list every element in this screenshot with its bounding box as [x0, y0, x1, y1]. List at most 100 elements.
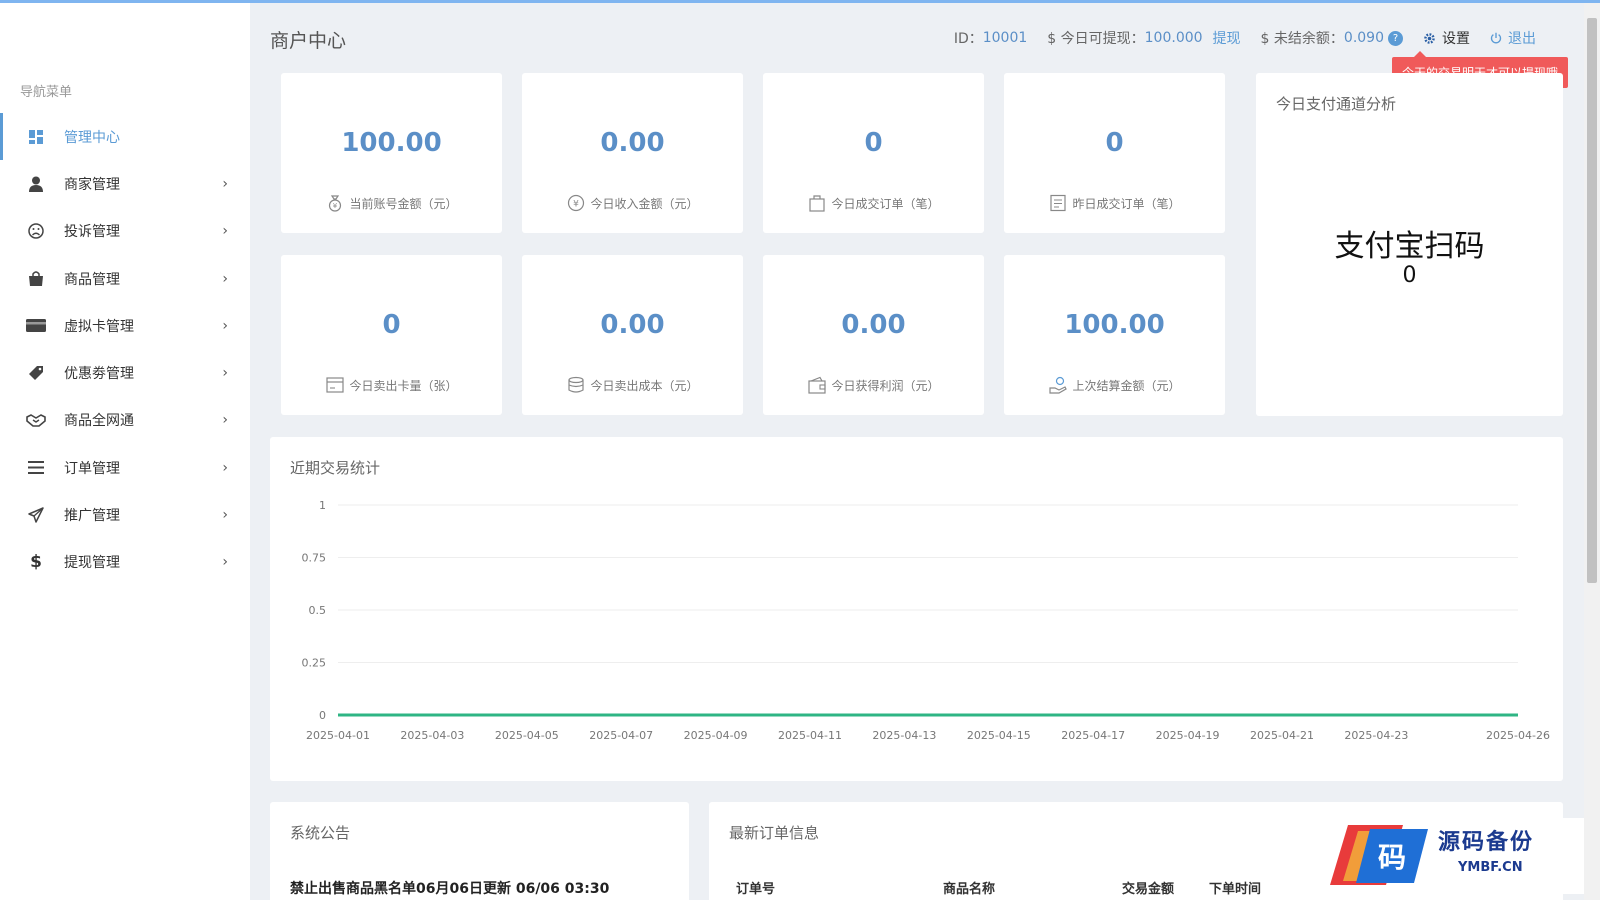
channel-value: 0 — [1402, 263, 1417, 288]
stat-card-cards-sold: 0 今日卖出卡量（张） — [281, 255, 502, 415]
x-tick-label: 2025-04-07 — [589, 729, 653, 742]
stat-caption: 今日收入金额（元） — [590, 196, 699, 211]
sidebar-item-network[interactable]: 商品全网通 › — [0, 397, 250, 444]
stat-caption-row: 今日卖出成本（元） — [522, 375, 743, 395]
chevron-right-icon: › — [222, 270, 228, 287]
document-icon — [1048, 193, 1068, 213]
x-tick-label: 2025-04-21 — [1250, 729, 1314, 742]
chevron-right-icon: › — [222, 459, 228, 476]
sidebar-item-label: 投诉管理 — [64, 224, 120, 241]
system-notice-card: 系统公告 禁止出售商品黑名单06月06日更新 06/06 03:30 — [270, 802, 689, 900]
nav-title: 导航菜单 — [20, 85, 73, 100]
bag-icon — [807, 193, 827, 213]
stat-caption: 今日卖出成本（元） — [590, 378, 699, 393]
y-tick-label: 0.75 — [302, 552, 327, 565]
x-tick-label: 2025-04-13 — [872, 729, 936, 742]
x-tick-label: 2025-04-09 — [684, 729, 748, 742]
column-header-product: 商品名称 — [943, 882, 996, 897]
stat-card-cost-sold: 0.00 今日卖出成本（元） — [522, 255, 743, 415]
withdrawable-today: $ 今日可提现： 100.000 提现 — [1047, 28, 1240, 48]
tag-icon — [26, 363, 46, 383]
svg-text:¥: ¥ — [574, 200, 580, 210]
chevron-right-icon: › — [222, 175, 228, 192]
notice-item[interactable]: 禁止出售商品黑名单06月06日更新 06/06 03:30 — [290, 878, 609, 898]
sidebar-item-dashboard[interactable]: 管理中心 — [0, 113, 250, 161]
page-scrollbar[interactable] — [1584, 3, 1600, 900]
chevron-right-icon: › — [222, 223, 228, 240]
chevron-right-icon: › — [222, 554, 228, 571]
scrollbar-thumb[interactable] — [1587, 18, 1597, 583]
stat-caption-row: 昨日成交订单（笔） — [1004, 193, 1225, 213]
shopping-bag-icon — [26, 269, 46, 289]
unsettled-label: $ 未结余额： — [1260, 31, 1344, 47]
credit-card-icon — [26, 316, 46, 336]
stat-caption-row: 上次结算金额（元） — [1004, 375, 1225, 395]
watermark-logo-char: 码 — [1378, 841, 1406, 874]
card-icon — [325, 375, 345, 395]
stat-caption-row: 今日成交订单（笔） — [763, 193, 984, 213]
top-bar: ID： 10001 $ 今日可提现： 100.000 提现 $ 未结余额： 0.… — [934, 28, 1536, 48]
power-icon — [1490, 32, 1502, 44]
withdraw-value: 100.000 — [1144, 30, 1203, 46]
sidebar-item-label: 商品管理 — [64, 271, 120, 288]
coin-icon: ¥ — [566, 193, 586, 213]
stat-value: 100.00 — [1064, 310, 1165, 340]
dashboard-icon — [26, 127, 46, 147]
stat-caption-row: 今日获得利润（元） — [763, 375, 984, 395]
sidebar-item-coupons[interactable]: 优惠劵管理 › — [0, 349, 250, 396]
stat-card-account-balance: 100.00 ¥ 当前账号金额（元） — [281, 73, 502, 233]
sidebar-item-withdrawals[interactable]: $ 提现管理 › — [0, 539, 250, 586]
stat-caption: 今日卖出卡量（张） — [349, 378, 458, 393]
stat-card-profit: 0.00 今日获得利润（元） — [763, 255, 984, 415]
y-tick-label: 0.25 — [302, 657, 327, 670]
x-tick-label: 2025-04-01 — [306, 729, 370, 742]
withdraw-label: $ 今日可提现： — [1047, 31, 1145, 47]
column-header-amount: 交易金额 — [1122, 882, 1175, 897]
stat-caption-row: 今日卖出卡量（张） — [281, 375, 502, 395]
money-bag-icon: ¥ — [325, 193, 345, 213]
sidebar-item-complaints[interactable]: 投诉管理 › — [0, 208, 250, 255]
paper-plane-icon — [26, 505, 46, 525]
id-value: 10001 — [982, 30, 1028, 46]
sidebar-item-merchants[interactable]: 商家管理 › — [0, 160, 250, 207]
dollar-icon: $ — [30, 552, 42, 573]
withdraw-link[interactable]: 提现 — [1213, 28, 1241, 48]
sidebar-item-label: 优惠劵管理 — [64, 366, 134, 383]
stat-caption: 昨日成交订单（笔） — [1072, 196, 1181, 211]
list-icon — [26, 458, 46, 478]
stat-value: 0.00 — [600, 310, 665, 340]
unsettled-balance: $ 未结余额： 0.090 ? — [1261, 28, 1403, 48]
hand-money-icon — [1048, 375, 1068, 395]
x-tick-label: 2025-04-23 — [1344, 729, 1408, 742]
stat-value: 0 — [1105, 128, 1124, 158]
stat-card-yesterday-orders: 0 昨日成交订单（笔） — [1004, 73, 1225, 233]
logout-button[interactable]: 退出 — [1490, 28, 1536, 48]
stat-card-last-settlement: 100.00 上次结算金额（元） — [1004, 255, 1225, 415]
stat-caption-row: ¥ 今日收入金额（元） — [522, 193, 743, 213]
sidebar-item-virtual-cards[interactable]: 虚拟卡管理 › — [0, 302, 250, 349]
sidebar-item-label: 商家管理 — [64, 176, 120, 193]
help-icon[interactable]: ? — [1388, 30, 1403, 46]
merchant-id: ID： 10001 — [954, 28, 1027, 48]
nav-list: 管理中心 商家管理 › 投诉管理 › 商品管理 › 虚拟卡管理 › 优惠劵管理 … — [0, 113, 250, 586]
channel-name: 支付宝扫码 — [1334, 229, 1485, 264]
stat-card-today-income: 0.00 ¥ 今日收入金额（元） — [522, 73, 743, 233]
sidebar-item-products[interactable]: 商品管理 › — [0, 255, 250, 302]
user-icon — [26, 174, 46, 194]
wallet-icon — [807, 375, 827, 395]
sidebar-item-label: 推广管理 — [64, 508, 120, 525]
x-tick-label: 2025-04-03 — [400, 729, 464, 742]
x-tick-label: 2025-04-05 — [495, 729, 559, 742]
settings-button[interactable]: 设置 — [1423, 28, 1470, 48]
stat-value: 0 — [864, 128, 883, 158]
sidebar-item-orders[interactable]: 订单管理 › — [0, 444, 250, 491]
card-title: 最新订单信息 — [729, 824, 820, 842]
unsettled-value: 0.090 — [1343, 30, 1384, 46]
chevron-right-icon: › — [222, 507, 228, 524]
x-tick-label: 2025-04-19 — [1156, 729, 1220, 742]
y-tick-label: 1 — [319, 499, 326, 512]
sidebar-item-promotion[interactable]: 推广管理 › — [0, 491, 250, 538]
stat-value: 100.00 — [341, 128, 442, 158]
stat-card-today-orders: 0 今日成交订单（笔） — [763, 73, 984, 233]
watermark-emblem: 码 — [1330, 825, 1428, 885]
